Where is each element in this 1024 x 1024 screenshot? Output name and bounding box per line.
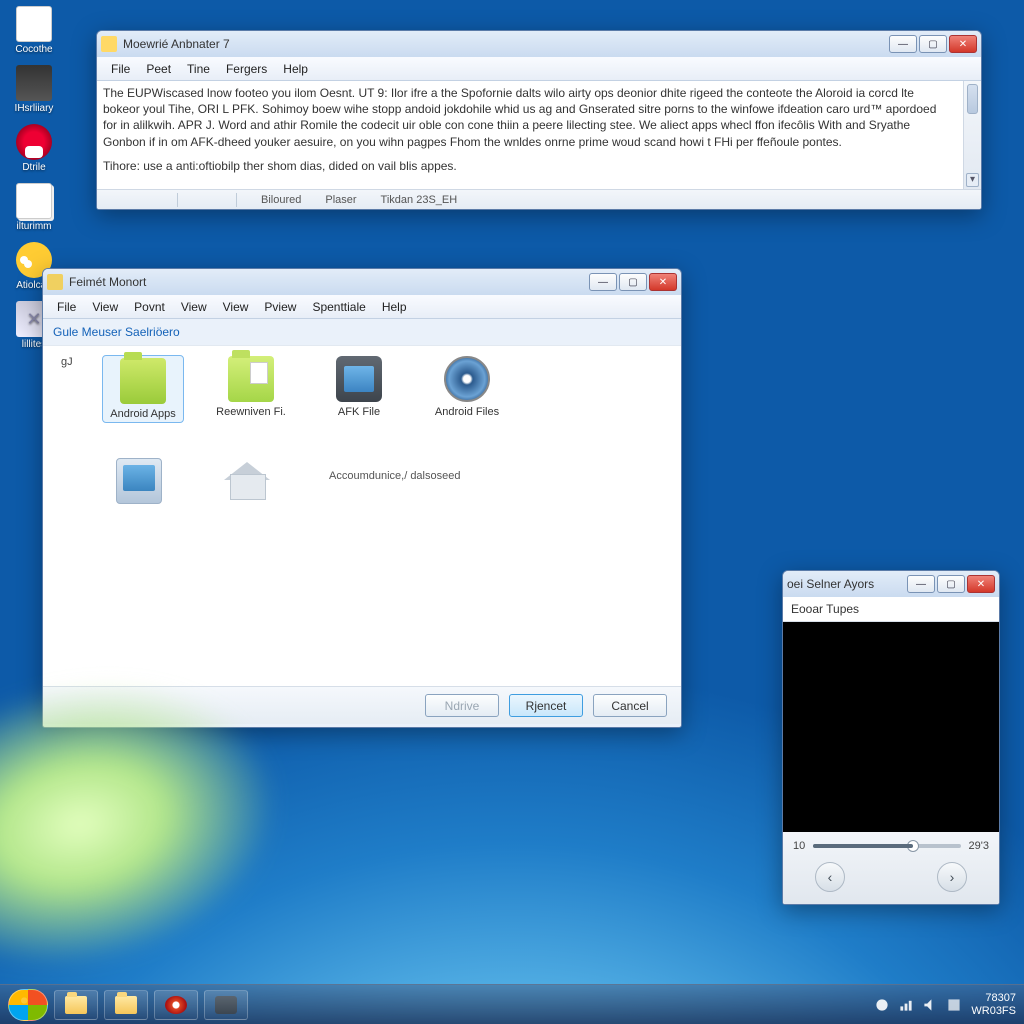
titlebar[interactable]: oei Selner Ayors — ▢ ✕ [783,571,999,597]
taskbar-item[interactable] [54,990,98,1020]
minimize-button[interactable]: — [907,575,935,593]
clock[interactable]: 78307 WR03FS [971,992,1016,1016]
tray-icon[interactable] [875,998,889,1012]
maximize-button[interactable]: ▢ [919,35,947,53]
taskbar-item[interactable] [154,990,198,1020]
folder-icon [120,358,166,404]
menu-item[interactable]: View [215,298,257,316]
file-item[interactable] [207,458,287,508]
start-button[interactable] [8,989,48,1021]
menu-item[interactable]: File [49,298,84,316]
window-title: Feimét Monort [69,275,589,289]
menu-item[interactable]: View [84,298,126,316]
system-tray[interactable]: 78307 WR03FS [875,992,1016,1016]
seek-thumb[interactable] [907,840,919,852]
app-icon [336,356,382,402]
taskbar-item[interactable] [104,990,148,1020]
close-button[interactable]: ✕ [949,35,977,53]
file-item[interactable]: Reewniven Fi. [211,356,291,422]
dialog-buttons: Ndrive Rjencet Cancel [43,686,681,724]
menu-item[interactable]: Help [374,298,415,316]
notepad-window: Moewrié Anbnater 7 — ▢ ✕ File Peet Tine … [96,30,982,210]
folder-icon [115,996,137,1014]
file-item[interactable]: Android Apps [103,356,183,422]
seek-slider[interactable]: 10 29'3 [793,840,989,852]
next-button[interactable]: › [937,862,967,892]
menu-item[interactable]: Peet [138,60,179,78]
taskbar: 78307 WR03FS [0,984,1024,1024]
maximize-button[interactable]: ▢ [619,273,647,291]
seek-track[interactable] [813,844,960,848]
minimize-button[interactable]: — [589,273,617,291]
app-icon [47,274,63,290]
flag-icon[interactable] [947,998,961,1012]
mid-button[interactable]: Ndrive [425,694,499,717]
network-icon[interactable] [899,998,913,1012]
file-item[interactable]: AFK File [319,356,399,422]
player-window: oei Selner Ayors — ▢ ✕ Eooar Tupes 10 29… [782,570,1000,905]
menu-item[interactable]: Tine [179,60,218,78]
location-header: Gule Meuser Saelriöero [43,319,681,346]
menubar: File Peet Tine Fergers Help [97,57,981,81]
scroll-thumb[interactable] [967,84,978,114]
home-icon [224,458,270,504]
cancel-button[interactable]: Cancel [593,694,667,717]
explorer-window: Feimét Monort — ▢ ✕ File View Povnt View… [42,268,682,728]
menu-item[interactable]: Povnt [126,298,173,316]
app-icon [101,36,117,52]
player-controls: 10 29'3 ‹ › [783,832,999,904]
file-item[interactable]: Android Files [427,356,507,422]
opera-icon [165,996,187,1014]
taskbar-item[interactable] [204,990,248,1020]
close-button[interactable]: ✕ [649,273,677,291]
path-label: Accoumdunice,/ dalsoseed [315,464,667,488]
video-area[interactable] [783,622,999,832]
ok-button[interactable]: Rjencet [509,694,583,717]
maximize-button[interactable]: ▢ [937,575,965,593]
menu-item[interactable]: File [103,60,138,78]
monitor-icon [116,458,162,504]
volume-icon[interactable] [923,998,937,1012]
titlebar[interactable]: Feimét Monort — ▢ ✕ [43,269,681,295]
menu-item[interactable]: Help [275,60,316,78]
file-pane[interactable]: gJ Android Apps Reewniven Fi. AFK File A… [43,346,681,686]
desktop-icon[interactable]: Dtrile [6,124,62,173]
app-icon [215,996,237,1014]
menu-item[interactable]: View [173,298,215,316]
text-content[interactable]: The EUPWiscased lnow footeo you ilom Oes… [97,81,981,189]
menu-item[interactable]: Pview [256,298,304,316]
minimize-button[interactable]: — [889,35,917,53]
desktop-icon[interactable]: IHsrliiary [6,65,62,114]
status-bar: Biloured Plaser Tikdan 23S_EH [97,189,981,209]
prev-button[interactable]: ‹ [815,862,845,892]
menubar: File View Povnt View View Pview Spenttia… [43,295,681,319]
folder-icon [228,356,274,402]
folder-icon [65,996,87,1014]
desktop-icon[interactable]: ilturimm [6,183,62,232]
scroll-down-icon[interactable]: ▾ [966,173,979,187]
scrollbar[interactable]: ▾ [963,81,981,189]
menu-item[interactable]: Spenttiale [304,298,373,316]
desktop-icon[interactable]: Cocothe [6,6,62,55]
file-item[interactable] [99,458,179,508]
titlebar[interactable]: Moewrié Anbnater 7 — ▢ ✕ [97,31,981,57]
window-title: oei Selner Ayors [787,577,907,591]
window-title: Moewrié Anbnater 7 [123,37,889,51]
menu-item[interactable]: Fergers [218,60,275,78]
player-label: Eooar Tupes [783,597,999,622]
disc-icon [444,356,490,402]
close-button[interactable]: ✕ [967,575,995,593]
